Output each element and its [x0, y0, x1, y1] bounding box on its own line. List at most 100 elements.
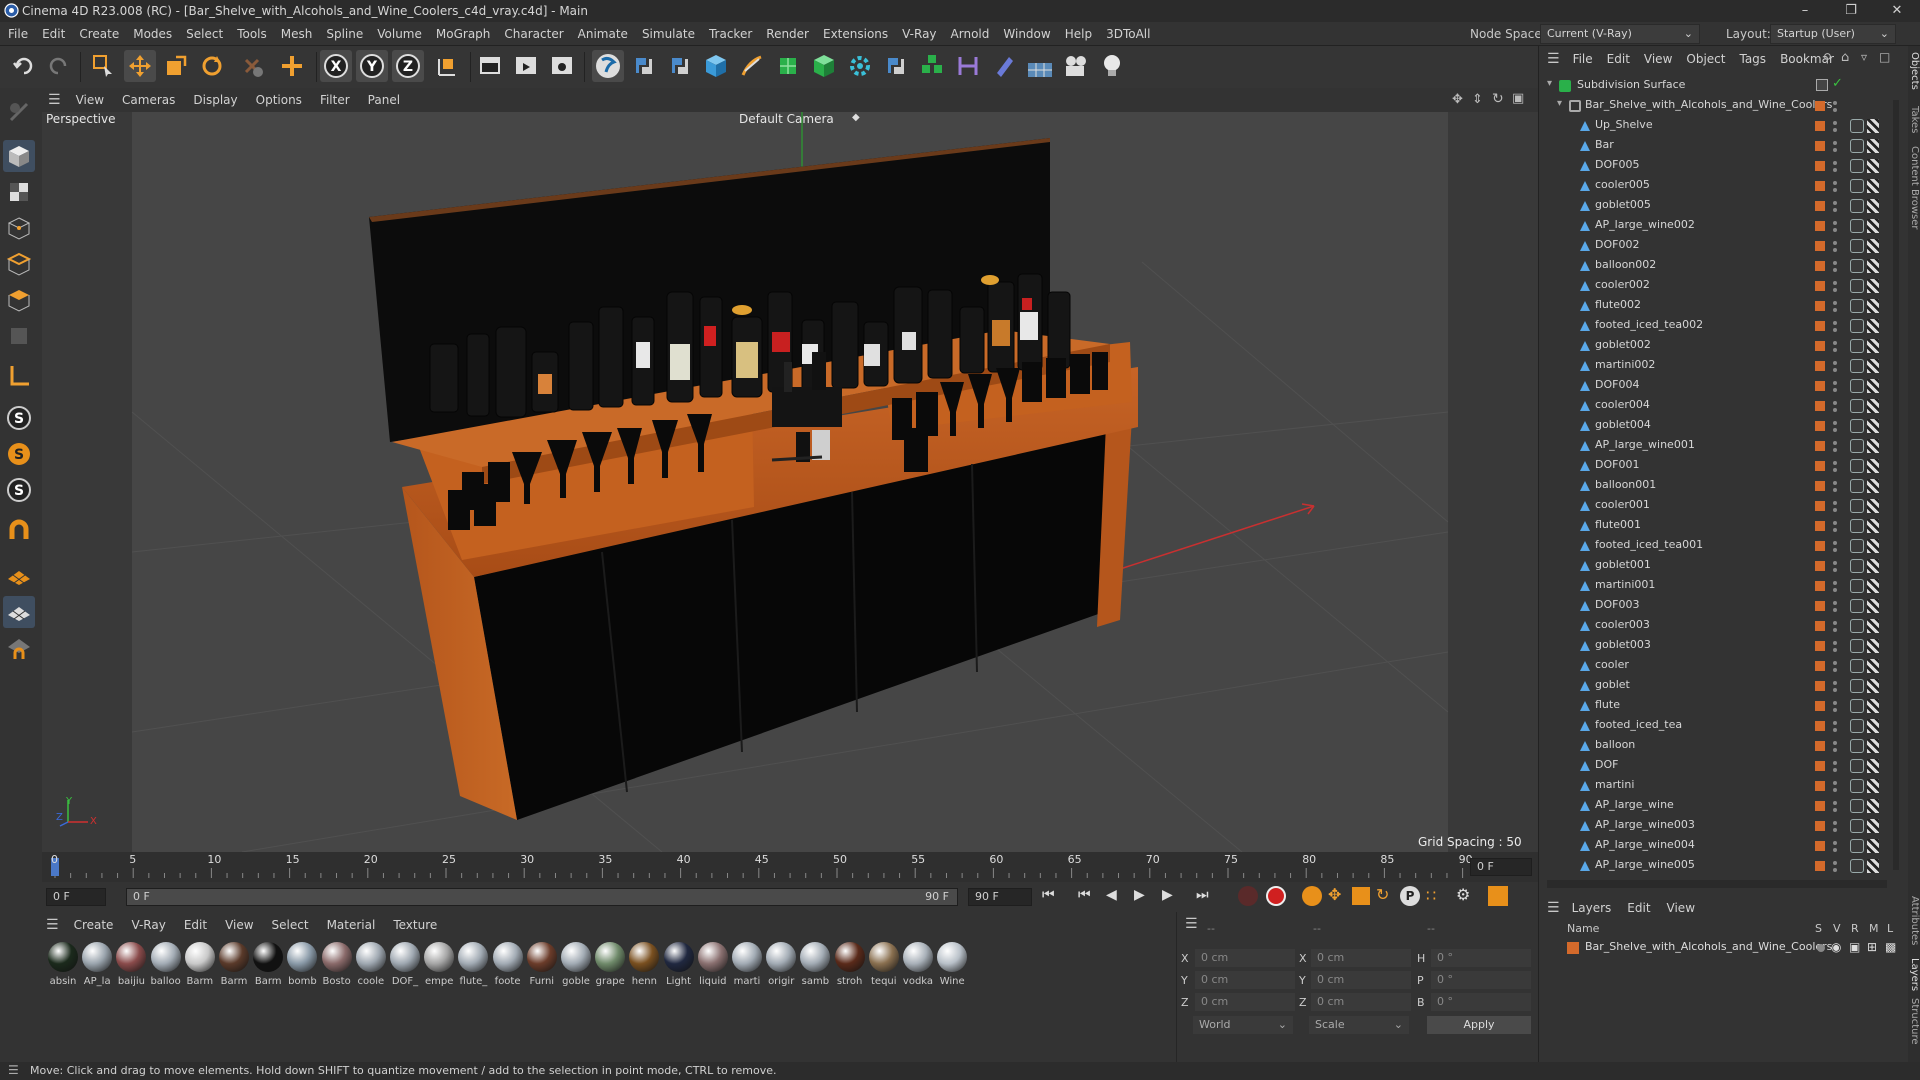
menu-create[interactable]: Create	[72, 22, 126, 46]
material-swatch[interactable]: goble	[559, 942, 593, 990]
render-view-button[interactable]	[474, 50, 506, 82]
object-row[interactable]: Up_Shelve	[1539, 116, 1889, 136]
texture-tag-icon[interactable]	[1867, 399, 1879, 413]
obj-menu-object[interactable]: Object	[1679, 46, 1732, 72]
render-settings-button[interactable]	[546, 50, 578, 82]
material-tag-icon[interactable]	[1850, 179, 1864, 193]
next-frame-icon[interactable]: ▶	[1162, 887, 1173, 903]
material-tag-icon[interactable]	[1850, 519, 1864, 533]
material-swatch[interactable]: vodka	[901, 942, 935, 990]
object-row[interactable]: AP_large_wine005	[1539, 856, 1889, 876]
material-swatch[interactable]: stroh	[833, 942, 867, 990]
layer-menu-view[interactable]: View	[1659, 896, 1703, 920]
texture-tag-icon[interactable]	[1867, 459, 1879, 473]
manager-icon[interactable]: ⊞	[1867, 940, 1877, 954]
search-icon[interactable]: ⚲	[1823, 51, 1832, 65]
texture-tag-icon[interactable]	[1867, 679, 1879, 693]
layer-color-swatch[interactable]	[1815, 501, 1825, 511]
object-row[interactable]: martini001	[1539, 576, 1889, 596]
apply-button[interactable]: Apply	[1427, 1016, 1531, 1034]
layer-color-swatch[interactable]	[1815, 141, 1825, 151]
material-tag-icon[interactable]	[1850, 679, 1864, 693]
tab-attributes[interactable]: Attributes	[1908, 896, 1920, 945]
mat-menu-vray[interactable]: V-Ray	[122, 912, 174, 938]
eye-icon[interactable]: ◉	[1831, 940, 1841, 954]
texture-tag-icon[interactable]	[1867, 779, 1879, 793]
material-tag-icon[interactable]	[1850, 279, 1864, 293]
cube-object-button[interactable]	[700, 50, 732, 82]
material-swatch[interactable]: DOF_	[388, 942, 422, 990]
texture-tag-icon[interactable]	[1867, 799, 1879, 813]
menu-arnold[interactable]: Arnold	[944, 22, 997, 46]
texture-tag-icon[interactable]	[1867, 179, 1879, 193]
object-row[interactable]: cooler002	[1539, 276, 1889, 296]
visibility-dots-icon[interactable]	[1833, 279, 1837, 293]
object-row[interactable]: cooler004	[1539, 396, 1889, 416]
material-swatch[interactable]: Bosto	[320, 942, 354, 990]
object-row[interactable]: DOF003	[1539, 596, 1889, 616]
layer-color-swatch[interactable]	[1815, 361, 1825, 371]
visibility-dots-icon[interactable]	[1833, 819, 1837, 833]
layer-color-swatch[interactable]	[1815, 281, 1825, 291]
object-row[interactable]: martini002	[1539, 356, 1889, 376]
material-swatch[interactable]: Furni	[525, 942, 559, 990]
menu-volume[interactable]: Volume	[370, 22, 429, 46]
visibility-dots-icon[interactable]	[1833, 839, 1837, 853]
texture-tag-icon[interactable]	[1867, 759, 1879, 773]
object-row[interactable]: AP_large_wine002	[1539, 216, 1889, 236]
layer-color-swatch[interactable]	[1815, 441, 1825, 451]
locked-workplane-button[interactable]	[3, 632, 35, 664]
extrude-generator-button[interactable]	[808, 50, 840, 82]
layer-color-swatch[interactable]	[1815, 201, 1825, 211]
home-icon[interactable]: ⌂	[1841, 50, 1849, 65]
mat-menu-material[interactable]: Material	[318, 912, 385, 938]
rotate-view-icon[interactable]: ↻	[1492, 91, 1504, 107]
grid-workplane-button[interactable]	[3, 596, 35, 628]
texture-tag-icon[interactable]	[1867, 279, 1879, 293]
layer-menu-edit[interactable]: Edit	[1619, 896, 1658, 920]
material-tag-icon[interactable]	[1850, 539, 1864, 553]
object-row[interactable]: DOF001	[1539, 456, 1889, 476]
texture-tag-icon[interactable]	[1867, 299, 1879, 313]
object-row[interactable]: AP_large_wine001	[1539, 436, 1889, 456]
texture-tag-icon[interactable]	[1867, 379, 1879, 393]
visibility-dots-icon[interactable]	[1833, 539, 1837, 553]
visibility-dots-icon[interactable]	[1833, 799, 1837, 813]
obj-menu-tags[interactable]: Tags	[1732, 46, 1773, 72]
layer-color-swatch[interactable]	[1815, 461, 1825, 471]
render-to-picture-viewer-button[interactable]	[510, 50, 542, 82]
material-swatch[interactable]: absin	[46, 942, 80, 990]
visibility-dots-icon[interactable]	[1833, 299, 1837, 313]
layer-color-swatch[interactable]	[1815, 641, 1825, 651]
filter-icon[interactable]: ▿	[1861, 50, 1867, 64]
texture-tag-icon[interactable]	[1867, 259, 1879, 273]
viewport-menu-cameras[interactable]: Cameras	[113, 88, 184, 112]
material-tag-icon[interactable]	[1850, 639, 1864, 653]
menu-file[interactable]: File	[1, 22, 35, 46]
pen-spline-button[interactable]	[736, 50, 768, 82]
tab-layers[interactable]: Layers	[1908, 958, 1920, 991]
motion-system-icon[interactable]: ⚙	[1456, 885, 1470, 904]
visibility-dots-icon[interactable]	[1833, 119, 1837, 133]
visibility-dots-icon[interactable]	[1833, 99, 1837, 113]
object-row[interactable]: AP_large_wine003	[1539, 816, 1889, 836]
lock-icon[interactable]: ▩	[1885, 940, 1896, 954]
size-y-field[interactable]: 0 cm	[1311, 971, 1411, 989]
camera-link-icon[interactable]: ◆	[852, 112, 860, 123]
material-swatch[interactable]: foote	[491, 942, 525, 990]
menu-animate[interactable]: Animate	[571, 22, 635, 46]
material-swatch[interactable]: liquid	[696, 942, 730, 990]
texture-tag-icon[interactable]	[1867, 219, 1879, 233]
solo-icon[interactable]	[1817, 944, 1825, 952]
layer-color-swatch[interactable]	[1815, 861, 1825, 871]
material-swatch[interactable]: tequi	[867, 942, 901, 990]
hamburger-menu-icon[interactable]: ☰	[1539, 900, 1564, 916]
object-row[interactable]: flute001	[1539, 516, 1889, 536]
visibility-dots-icon[interactable]	[1833, 739, 1837, 753]
z-axis-lock-button[interactable]: Z	[392, 50, 424, 82]
menu-vray[interactable]: V-Ray	[895, 22, 943, 46]
collapse-arrow-icon[interactable]: ▾	[1547, 78, 1552, 89]
material-tag-icon[interactable]	[1850, 399, 1864, 413]
texture-tag-icon[interactable]	[1867, 199, 1879, 213]
material-swatch[interactable]: bomb	[285, 942, 319, 990]
